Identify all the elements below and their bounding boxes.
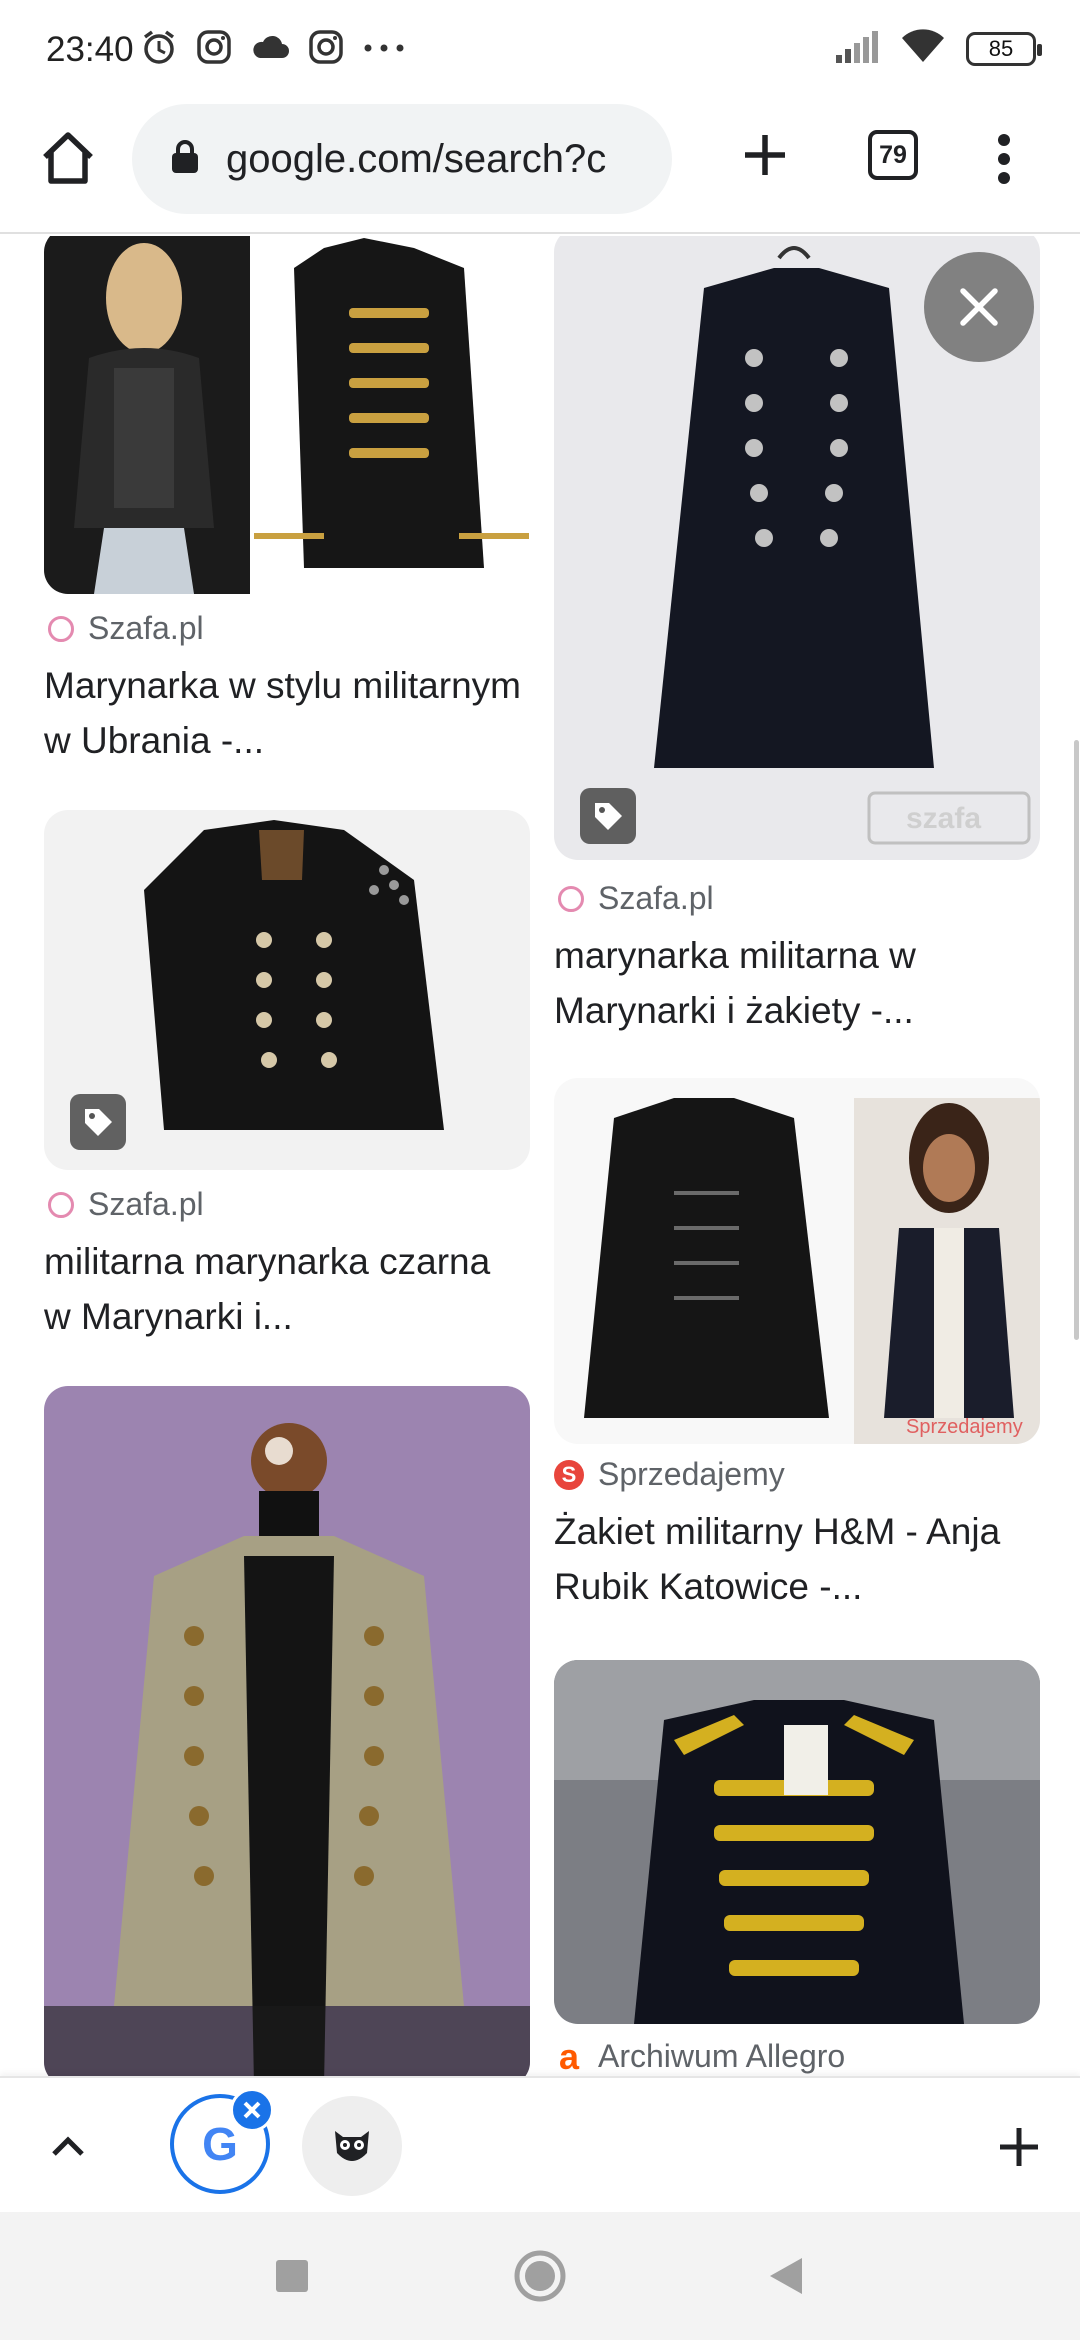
alarm-icon <box>140 28 178 71</box>
more-vert-icon <box>998 134 1010 184</box>
image-results: Szafa.pl Marynarka w stylu militarnym w … <box>0 236 1080 2076</box>
signal-icon <box>834 29 880 68</box>
result-title[interactable]: Żakiet militarny H&M - Anja Rubik Katowi… <box>554 1504 1034 1614</box>
allegro-favicon-icon: a <box>558 2035 580 2077</box>
result-source[interactable]: Szafa.pl <box>558 880 714 917</box>
scrollbar[interactable] <box>1074 740 1079 1340</box>
szafa-favicon-icon <box>48 1191 74 1218</box>
close-preview-button[interactable] <box>924 252 1034 362</box>
square-icon <box>276 2260 308 2292</box>
product-tag-badge <box>70 1094 126 1150</box>
url-text: google.com/search?c <box>226 136 607 181</box>
result-source[interactable]: S Sprzedajemy <box>554 1456 785 1493</box>
szafa-watermark-text: szafa <box>906 802 981 835</box>
status-time: 23:40 <box>46 30 134 69</box>
result-card[interactable]: a Archiwum Allegro <box>540 1660 1080 2076</box>
back-button[interactable] <box>756 2246 816 2306</box>
battery-indicator: 85 <box>966 31 1042 66</box>
new-tab-button[interactable] <box>730 120 800 190</box>
expand-tab-group-button[interactable] <box>36 2114 100 2178</box>
system-icons: 85 <box>834 28 1042 69</box>
lock-icon <box>170 139 200 180</box>
cloud-icon <box>250 32 290 67</box>
notification-icons <box>140 28 406 71</box>
plus-icon <box>1000 2128 1038 2166</box>
back-triangle-icon <box>770 2258 802 2294</box>
tab-owl-site[interactable] <box>302 2096 402 2196</box>
home-button[interactable] <box>36 126 100 190</box>
instagram-icon <box>308 29 344 70</box>
result-card[interactable] <box>0 1386 540 2076</box>
result-image[interactable] <box>44 1386 530 2076</box>
tab-group-strip: G <box>0 2076 1080 2212</box>
plus-icon <box>745 135 785 175</box>
browser-toolbar: google.com/search?c 79 <box>0 96 1080 234</box>
tab-switcher-button[interactable]: 79 <box>868 130 918 180</box>
owl-icon <box>335 2131 369 2161</box>
product-tag-badge <box>580 788 636 844</box>
chevron-up-icon <box>52 2136 84 2156</box>
result-card[interactable]: Sprzedajemy S Sprzedajemy Żakiet militar… <box>540 1078 1080 1638</box>
wifi-icon <box>900 28 946 69</box>
url-bar[interactable]: google.com/search?c <box>132 104 672 214</box>
sprzedajemy-favicon-icon: S <box>554 1459 584 1490</box>
more-dots-icon <box>362 41 406 59</box>
close-tab-button[interactable] <box>230 2088 274 2132</box>
result-title[interactable]: marynarka militarna w Marynarki i żakiet… <box>554 928 1034 1038</box>
system-navigation-bar <box>0 2212 1080 2340</box>
close-icon <box>960 288 998 326</box>
result-image[interactable]: Sprzedajemy <box>554 1078 1040 1444</box>
home-icon <box>43 132 93 184</box>
overflow-menu-button[interactable] <box>976 124 1032 194</box>
result-title[interactable]: Marynarka w stylu militarnym w Ubrania -… <box>44 658 524 768</box>
battery-level: 85 <box>988 35 1014 61</box>
result-source[interactable]: a Archiwum Allegro <box>554 2035 845 2077</box>
circle-icon <box>514 2250 566 2302</box>
szafa-favicon-icon <box>558 885 584 912</box>
tag-icon <box>85 1109 112 1136</box>
result-image[interactable] <box>44 236 530 594</box>
result-card[interactable]: Szafa.pl Marynarka w stylu militarnym w … <box>0 236 540 796</box>
status-bar: 23:40 85 <box>0 0 1080 96</box>
result-title[interactable]: militarna marynarka czarna w Marynarki i… <box>44 1234 524 1344</box>
close-icon <box>243 2101 261 2119</box>
home-nav-button[interactable] <box>510 2246 570 2306</box>
result-source[interactable]: Szafa.pl <box>48 610 204 647</box>
result-source[interactable]: Szafa.pl <box>48 1186 204 1223</box>
result-image[interactable] <box>554 1660 1040 2024</box>
add-tab-to-group-button[interactable] <box>984 2112 1054 2182</box>
sprzedajemy-watermark-text: Sprzedajemy <box>906 1416 1023 1438</box>
instagram-icon <box>196 29 232 70</box>
google-icon: G <box>202 2118 238 2170</box>
result-card[interactable]: Szafa.pl militarna marynarka czarna w Ma… <box>0 810 540 1370</box>
szafa-favicon-icon <box>48 615 74 642</box>
tag-icon <box>595 803 622 830</box>
recents-button[interactable] <box>262 2246 322 2306</box>
